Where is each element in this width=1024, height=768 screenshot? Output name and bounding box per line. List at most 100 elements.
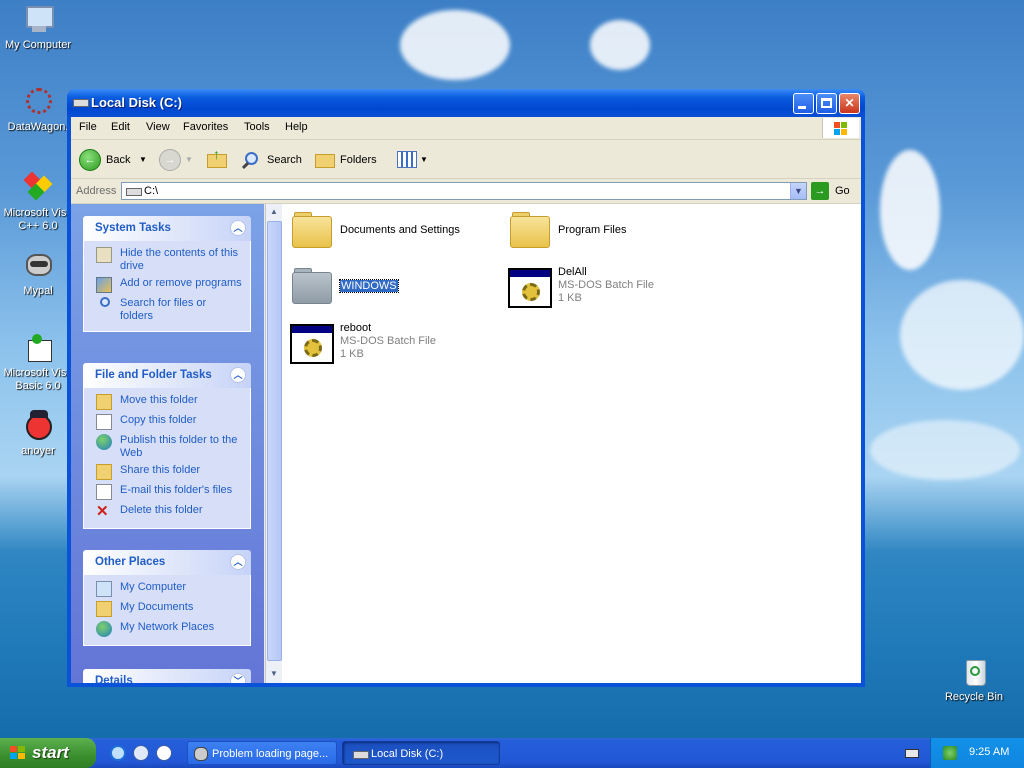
menu-view[interactable]: View bbox=[146, 121, 170, 133]
task-search-files[interactable]: Search for files or folders bbox=[96, 297, 242, 323]
desktop-icon-recycle-bin[interactable]: Recycle Bin bbox=[936, 656, 1012, 704]
views-dropdown-icon: ▼ bbox=[420, 155, 428, 164]
task-hide-contents[interactable]: Hide the contents of this drive bbox=[96, 247, 242, 273]
file-name-selected: WINDOWS bbox=[339, 279, 399, 293]
file-item-reboot[interactable]: reboot MS-DOS Batch File 1 KB bbox=[288, 322, 498, 370]
menu-bar: File Edit View Favorites Tools Help bbox=[71, 117, 861, 140]
folder-icon bbox=[288, 210, 336, 254]
quick-launch-media-icon[interactable] bbox=[156, 745, 172, 761]
collapse-chevron-icon[interactable]: ︿ bbox=[230, 554, 246, 570]
task-delete-folder[interactable]: ✕ Delete this folder bbox=[96, 504, 242, 520]
folders-button[interactable]: Folders bbox=[313, 148, 379, 172]
task-email-files[interactable]: E-mail this folder's files bbox=[96, 484, 242, 500]
menu-favorites[interactable]: Favorites bbox=[183, 121, 228, 133]
close-button[interactable]: ✕ bbox=[839, 93, 860, 114]
system-tasks-header[interactable]: System Tasks ︿ bbox=[83, 216, 251, 241]
task-copy-folder[interactable]: Copy this folder bbox=[96, 414, 242, 430]
expand-chevron-icon[interactable]: ﹀ bbox=[230, 673, 246, 683]
file-folder-tasks-list: Move this folder Copy this folder Publis… bbox=[83, 388, 251, 529]
network-tray-icon[interactable] bbox=[943, 746, 957, 760]
up-folder-button[interactable]: ↑ bbox=[205, 146, 231, 172]
forward-dropdown-icon[interactable]: ▼ bbox=[185, 148, 193, 172]
back-dropdown-icon[interactable]: ▼ bbox=[139, 148, 147, 172]
search-button[interactable]: Search bbox=[241, 148, 305, 172]
menu-help[interactable]: Help bbox=[285, 121, 308, 133]
folder-icon bbox=[506, 210, 554, 254]
menu-edit[interactable]: Edit bbox=[111, 121, 130, 133]
scroll-up-arrow-icon[interactable]: ▲ bbox=[267, 205, 281, 219]
search-label: Search bbox=[267, 154, 302, 166]
system-tasks-list: Hide the contents of this drive Add or r… bbox=[83, 241, 251, 332]
file-item-windows[interactable]: WINDOWS bbox=[288, 266, 498, 314]
address-dropdown-button[interactable]: ▼ bbox=[790, 183, 806, 199]
windows-logo-icon bbox=[822, 118, 859, 138]
title-bar[interactable]: Local Disk (C:) ✕ bbox=[67, 89, 865, 117]
raccoon-icon bbox=[194, 747, 208, 761]
views-button[interactable]: ▼ bbox=[395, 148, 429, 172]
scrollbar-thumb[interactable] bbox=[267, 221, 282, 661]
quick-launch-browser-icon[interactable] bbox=[133, 745, 149, 761]
place-my-documents[interactable]: My Documents bbox=[96, 601, 242, 617]
desktop-icon-label: My Computer bbox=[4, 39, 72, 51]
task-publish-web[interactable]: Publish this folder to the Web bbox=[96, 434, 242, 460]
file-item-documents-and-settings[interactable]: Documents and Settings bbox=[288, 210, 498, 258]
task-add-remove-programs[interactable]: Add or remove programs bbox=[96, 277, 242, 293]
datawagon-icon bbox=[22, 86, 54, 118]
window-client: File Edit View Favorites Tools Help ← Ba… bbox=[71, 117, 861, 683]
file-size: 1 KB bbox=[340, 348, 364, 360]
file-folder-tasks-group: File and Folder Tasks ︿ Move this folder… bbox=[83, 363, 251, 529]
go-arrow-icon: → bbox=[811, 182, 829, 200]
standard-toolbar: ← Back ▼ → ▼ ↑ Search Folders ▼ bbox=[71, 140, 861, 179]
collapse-chevron-icon[interactable]: ︿ bbox=[230, 220, 246, 236]
other-places-header[interactable]: Other Places ︿ bbox=[83, 550, 251, 575]
minimize-icon bbox=[798, 106, 806, 109]
raccoon-icon bbox=[22, 250, 54, 282]
task-pane-scrollbar[interactable]: ▲ ▼ bbox=[265, 204, 282, 683]
file-name: DelAll bbox=[558, 266, 587, 278]
desktop-icon-visual-cpp[interactable]: Microsoft Visu C++ 6.0 bbox=[0, 171, 76, 233]
visual-cpp-icon bbox=[22, 171, 54, 204]
back-button[interactable]: ← Back ▼ bbox=[77, 148, 147, 172]
task-move-folder[interactable]: Move this folder bbox=[96, 394, 242, 410]
file-item-delall[interactable]: DelAll MS-DOS Batch File 1 KB bbox=[506, 266, 716, 314]
file-item-program-files[interactable]: Program Files bbox=[506, 210, 716, 258]
visual-basic-icon bbox=[22, 332, 54, 364]
place-my-network-places[interactable]: My Network Places bbox=[96, 621, 242, 637]
keyboard-icon[interactable] bbox=[905, 749, 919, 758]
address-bar: Address C:\ ▼ → Go bbox=[71, 179, 861, 204]
move-folder-icon bbox=[96, 394, 112, 410]
forward-arrow-icon: → bbox=[159, 149, 181, 171]
forward-button[interactable]: → ▼ bbox=[159, 148, 195, 172]
details-header[interactable]: Details ﹀ bbox=[83, 669, 251, 683]
taskbar-button-problem-loading[interactable]: Problem loading page... bbox=[187, 741, 337, 765]
collapse-chevron-icon[interactable]: ︿ bbox=[230, 367, 246, 383]
up-arrow-icon: ↑ bbox=[213, 146, 220, 162]
batch-file-icon bbox=[506, 266, 554, 310]
desktop-icon-my-computer[interactable]: My Computer bbox=[0, 4, 76, 52]
place-my-computer[interactable]: My Computer bbox=[96, 581, 242, 597]
go-button[interactable]: → Go bbox=[811, 182, 857, 200]
desktop-icon-label: anoyer bbox=[21, 445, 55, 457]
desktop-icon-anoyer[interactable]: anoyer bbox=[0, 410, 76, 458]
folder-icon bbox=[288, 266, 336, 310]
scroll-down-arrow-icon[interactable]: ▼ bbox=[267, 667, 281, 681]
file-folder-tasks-header[interactable]: File and Folder Tasks ︿ bbox=[83, 363, 251, 388]
file-view: Documents and Settings Program Files WIN… bbox=[282, 204, 861, 683]
start-button[interactable]: start bbox=[0, 738, 96, 768]
copy-folder-icon bbox=[96, 414, 112, 430]
desktop-icon-datawagon[interactable]: DataWagon. bbox=[0, 86, 76, 134]
address-input[interactable]: C:\ ▼ bbox=[121, 182, 807, 200]
desktop-icon-mypal[interactable]: Mypal bbox=[0, 250, 76, 298]
documents-folder-icon bbox=[96, 601, 112, 617]
drive-icon bbox=[73, 97, 89, 107]
task-share-folder[interactable]: Share this folder bbox=[96, 464, 242, 480]
quick-launch-ie-icon[interactable] bbox=[110, 745, 126, 761]
menu-tools[interactable]: Tools bbox=[244, 121, 270, 133]
desktop-icon-visual-basic[interactable]: Microsoft Visu Basic 6.0 bbox=[0, 332, 76, 393]
email-icon bbox=[96, 484, 112, 500]
menu-file[interactable]: File bbox=[79, 121, 97, 133]
taskbar-button-local-disk[interactable]: Local Disk (C:) bbox=[342, 741, 500, 765]
maximize-button[interactable] bbox=[816, 93, 837, 114]
start-label: start bbox=[32, 743, 69, 762]
minimize-button[interactable] bbox=[793, 93, 814, 114]
